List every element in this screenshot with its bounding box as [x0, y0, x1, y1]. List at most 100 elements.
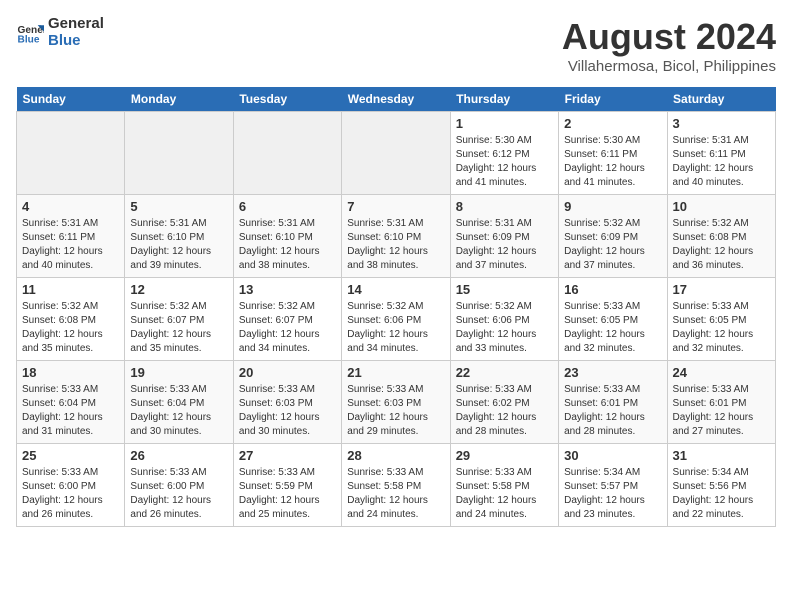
calendar-cell: 29 Sunrise: 5:33 AM Sunset: 5:58 PM Dayli… — [450, 444, 558, 527]
day-info: Sunrise: 5:32 AM Sunset: 6:07 PM Dayligh… — [130, 300, 227, 356]
logo: General Blue General Blue — [16, 16, 104, 49]
day-number: 7 — [347, 199, 444, 214]
calendar-cell: 13 Sunrise: 5:32 AM Sunset: 6:07 PM Dayli… — [233, 278, 341, 361]
calendar-subtitle: Villahermosa, Bicol, Philippines — [562, 58, 776, 75]
day-number: 6 — [239, 199, 336, 214]
calendar-cell: 28 Sunrise: 5:33 AM Sunset: 5:58 PM Dayli… — [342, 444, 450, 527]
day-info: Sunrise: 5:31 AM Sunset: 6:11 PM Dayligh… — [673, 134, 770, 190]
day-info: Sunrise: 5:31 AM Sunset: 6:10 PM Dayligh… — [130, 217, 227, 273]
calendar-title-area: August 2024 Villahermosa, Bicol, Philipp… — [562, 16, 776, 75]
day-info: Sunrise: 5:33 AM Sunset: 5:58 PM Dayligh… — [456, 466, 553, 522]
day-info: Sunrise: 5:33 AM Sunset: 6:02 PM Dayligh… — [456, 383, 553, 439]
week-row-2: 4Sunrise: 5:31 AM Sunset: 6:11 PM Daylig… — [17, 195, 776, 278]
day-number: 14 — [347, 282, 444, 297]
day-number: 17 — [673, 282, 770, 297]
day-number: 1 — [456, 116, 553, 131]
calendar-cell — [342, 112, 450, 195]
day-number: 9 — [564, 199, 661, 214]
calendar-cell: 22 Sunrise: 5:33 AM Sunset: 6:02 PM Dayli… — [450, 361, 558, 444]
day-number: 21 — [347, 365, 444, 380]
day-info: Sunrise: 5:32 AM Sunset: 6:06 PM Dayligh… — [456, 300, 553, 356]
day-number: 4 — [22, 199, 119, 214]
day-number: 30 — [564, 448, 661, 463]
day-number: 8 — [456, 199, 553, 214]
day-info: Sunrise: 5:32 AM Sunset: 6:06 PM Dayligh… — [347, 300, 444, 356]
day-number: 15 — [456, 282, 553, 297]
day-info: Sunrise: 5:33 AM Sunset: 6:00 PM Dayligh… — [130, 466, 227, 522]
week-row-3: 11 Sunrise: 5:32 AM Sunset: 6:08 PM Dayli… — [17, 278, 776, 361]
calendar-cell: 7Sunrise: 5:31 AM Sunset: 6:10 PM Daylig… — [342, 195, 450, 278]
calendar-cell: 12 Sunrise: 5:32 AM Sunset: 6:07 PM Dayli… — [125, 278, 233, 361]
day-info: Sunrise: 5:33 AM Sunset: 6:04 PM Dayligh… — [22, 383, 119, 439]
calendar-cell: 2 Sunrise: 5:30 AM Sunset: 6:11 PM Daylig… — [559, 112, 667, 195]
calendar-cell: 18Sunrise: 5:33 AM Sunset: 6:04 PM Dayli… — [17, 361, 125, 444]
day-number: 2 — [564, 116, 661, 131]
day-info: Sunrise: 5:33 AM Sunset: 6:00 PM Dayligh… — [22, 466, 119, 522]
calendar-cell: 10Sunrise: 5:32 AM Sunset: 6:08 PM Dayli… — [667, 195, 775, 278]
logo-text-line2: Blue — [48, 33, 104, 50]
day-number: 12 — [130, 282, 227, 297]
week-row-4: 18Sunrise: 5:33 AM Sunset: 6:04 PM Dayli… — [17, 361, 776, 444]
day-number: 13 — [239, 282, 336, 297]
calendar-cell: 17 Sunrise: 5:33 AM Sunset: 6:05 PM Dayli… — [667, 278, 775, 361]
calendar-header-row: SundayMondayTuesdayWednesdayThursdayFrid… — [17, 87, 776, 112]
day-info: Sunrise: 5:32 AM Sunset: 6:08 PM Dayligh… — [673, 217, 770, 273]
header-saturday: Saturday — [667, 87, 775, 112]
calendar-cell: 25Sunrise: 5:33 AM Sunset: 6:00 PM Dayli… — [17, 444, 125, 527]
day-number: 28 — [347, 448, 444, 463]
header-monday: Monday — [125, 87, 233, 112]
calendar-cell: 11 Sunrise: 5:32 AM Sunset: 6:08 PM Dayli… — [17, 278, 125, 361]
day-number: 5 — [130, 199, 227, 214]
header-sunday: Sunday — [17, 87, 125, 112]
day-info: Sunrise: 5:33 AM Sunset: 5:58 PM Dayligh… — [347, 466, 444, 522]
day-number: 26 — [130, 448, 227, 463]
calendar-cell: 9 Sunrise: 5:32 AM Sunset: 6:09 PM Daylig… — [559, 195, 667, 278]
day-number: 29 — [456, 448, 553, 463]
day-number: 27 — [239, 448, 336, 463]
day-number: 11 — [22, 282, 119, 297]
day-info: Sunrise: 5:34 AM Sunset: 5:56 PM Dayligh… — [673, 466, 770, 522]
day-info: Sunrise: 5:31 AM Sunset: 6:09 PM Dayligh… — [456, 217, 553, 273]
calendar-title: August 2024 — [562, 16, 776, 58]
calendar-cell: 16Sunrise: 5:33 AM Sunset: 6:05 PM Dayli… — [559, 278, 667, 361]
calendar-cell: 20Sunrise: 5:33 AM Sunset: 6:03 PM Dayli… — [233, 361, 341, 444]
calendar-cell — [125, 112, 233, 195]
day-info: Sunrise: 5:33 AM Sunset: 6:03 PM Dayligh… — [347, 383, 444, 439]
day-number: 31 — [673, 448, 770, 463]
day-info: Sunrise: 5:30 AM Sunset: 6:12 PM Dayligh… — [456, 134, 553, 190]
calendar-cell: 8 Sunrise: 5:31 AM Sunset: 6:09 PM Daylig… — [450, 195, 558, 278]
calendar-cell: 4Sunrise: 5:31 AM Sunset: 6:11 PM Daylig… — [17, 195, 125, 278]
day-info: Sunrise: 5:31 AM Sunset: 6:10 PM Dayligh… — [239, 217, 336, 273]
calendar-cell: 19Sunrise: 5:33 AM Sunset: 6:04 PM Dayli… — [125, 361, 233, 444]
page-header: General Blue General Blue August 2024 Vi… — [16, 16, 776, 75]
header-friday: Friday — [559, 87, 667, 112]
week-row-5: 25Sunrise: 5:33 AM Sunset: 6:00 PM Dayli… — [17, 444, 776, 527]
calendar-cell: 27 Sunrise: 5:33 AM Sunset: 5:59 PM Dayli… — [233, 444, 341, 527]
day-info: Sunrise: 5:33 AM Sunset: 6:01 PM Dayligh… — [564, 383, 661, 439]
day-info: Sunrise: 5:32 AM Sunset: 6:09 PM Dayligh… — [564, 217, 661, 273]
day-info: Sunrise: 5:33 AM Sunset: 6:05 PM Dayligh… — [564, 300, 661, 356]
day-info: Sunrise: 5:32 AM Sunset: 6:08 PM Dayligh… — [22, 300, 119, 356]
calendar-cell: 1 Sunrise: 5:30 AM Sunset: 6:12 PM Daylig… — [450, 112, 558, 195]
calendar-cell: 5 Sunrise: 5:31 AM Sunset: 6:10 PM Daylig… — [125, 195, 233, 278]
header-wednesday: Wednesday — [342, 87, 450, 112]
day-info: Sunrise: 5:33 AM Sunset: 5:59 PM Dayligh… — [239, 466, 336, 522]
calendar-table: SundayMondayTuesdayWednesdayThursdayFrid… — [16, 87, 776, 527]
calendar-cell: 6 Sunrise: 5:31 AM Sunset: 6:10 PM Daylig… — [233, 195, 341, 278]
calendar-cell: 14 Sunrise: 5:32 AM Sunset: 6:06 PM Dayli… — [342, 278, 450, 361]
day-info: Sunrise: 5:32 AM Sunset: 6:07 PM Dayligh… — [239, 300, 336, 356]
calendar-cell: 31 Sunrise: 5:34 AM Sunset: 5:56 PM Dayli… — [667, 444, 775, 527]
header-thursday: Thursday — [450, 87, 558, 112]
calendar-cell — [233, 112, 341, 195]
calendar-cell: 3Sunrise: 5:31 AM Sunset: 6:11 PM Daylig… — [667, 112, 775, 195]
week-row-1: 1 Sunrise: 5:30 AM Sunset: 6:12 PM Daylig… — [17, 112, 776, 195]
day-info: Sunrise: 5:33 AM Sunset: 6:03 PM Dayligh… — [239, 383, 336, 439]
day-number: 24 — [673, 365, 770, 380]
calendar-cell: 23Sunrise: 5:33 AM Sunset: 6:01 PM Dayli… — [559, 361, 667, 444]
day-info: Sunrise: 5:30 AM Sunset: 6:11 PM Dayligh… — [564, 134, 661, 190]
logo-icon: General Blue — [16, 19, 44, 47]
day-info: Sunrise: 5:34 AM Sunset: 5:57 PM Dayligh… — [564, 466, 661, 522]
calendar-cell — [17, 112, 125, 195]
day-info: Sunrise: 5:33 AM Sunset: 6:05 PM Dayligh… — [673, 300, 770, 356]
day-number: 22 — [456, 365, 553, 380]
